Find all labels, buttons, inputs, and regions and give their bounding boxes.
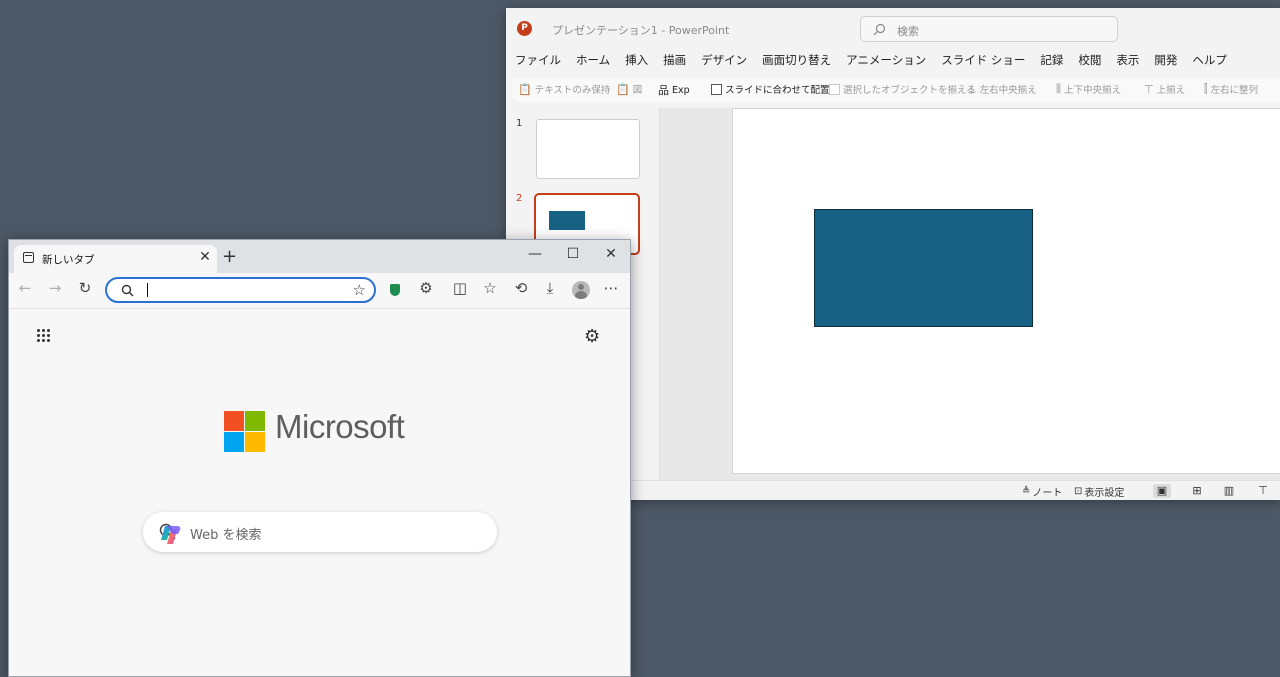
align-center-button[interactable]: ⊥ 左右中央揃え — [967, 82, 1037, 97]
tab-new-tab[interactable]: 新しいタブ ✕ — [14, 245, 217, 273]
slide-number-1: 1 — [516, 118, 523, 129]
address-bar[interactable]: ☆ — [105, 277, 376, 303]
downloads-icon[interactable]: ⤓ — [540, 279, 560, 297]
keep-text-only-button[interactable]: 📋 テキストのみ保持 — [518, 82, 611, 97]
edge-tab-bar: 新しいタブ ✕ + — ☐ ✕ — [9, 240, 630, 273]
align-top-label: 上揃え — [1156, 85, 1186, 96]
search-icon — [121, 284, 134, 297]
ppt-title-bar: P プレゼンテーション1 - PowerPoint 検索 — [506, 8, 1280, 50]
new-tab-plus-icon[interactable]: + — [222, 246, 237, 267]
paste-picture-icon: 📋 — [616, 82, 630, 96]
edge-toolbar: ← → ↻ ☆ ⚙ ◫ ☆ ⟲ ⤓ ⋯ — [9, 273, 630, 309]
slide-number-2: 2 — [516, 193, 523, 204]
distribute-horizontal-icon: ⫿ — [1204, 82, 1208, 95]
menu-design[interactable]: デザイン — [701, 52, 747, 68]
paste-picture-button[interactable]: 📋 図 — [616, 82, 643, 97]
align-selected-checkbox[interactable]: 選択したオブジェクトを揃える — [829, 82, 976, 96]
tab-close-icon[interactable]: ✕ — [197, 249, 213, 265]
fit-to-slide-checkbox[interactable]: スライドに合わせて配置 — [711, 82, 830, 96]
exp-button[interactable]: 品 Exp — [658, 82, 690, 98]
search-icon — [873, 23, 886, 36]
display-settings-icon: ⊡ — [1074, 486, 1083, 497]
slide-sorter-icon[interactable]: ⊞ — [1188, 484, 1206, 498]
more-options-icon[interactable]: ⋯ — [601, 279, 621, 297]
microsoft-wordmark: Microsoft — [275, 408, 405, 445]
align-center-icon: ⊥ — [967, 82, 977, 96]
powerpoint-logo-icon: P — [517, 21, 532, 36]
notes-icon: ≜ — [1022, 486, 1031, 497]
menu-insert[interactable]: 挿入 — [625, 52, 648, 68]
menu-view[interactable]: 表示 — [1116, 52, 1139, 68]
apps-grid-icon[interactable] — [37, 329, 53, 345]
slideshow-view-icon[interactable]: ⊤ — [1254, 484, 1272, 498]
maximize-icon[interactable]: ☐ — [558, 246, 588, 262]
thumbnail-shape — [549, 211, 585, 230]
align-center-label: 左右中央揃え — [979, 85, 1037, 96]
favorites-icon[interactable]: ☆ — [480, 279, 500, 297]
menu-draw[interactable]: 描画 — [663, 52, 686, 68]
align-top-button[interactable]: ⊤ 上揃え — [1144, 82, 1186, 97]
distribute-horizontal-label: 左右に整列 — [1210, 85, 1259, 96]
normal-view-icon[interactable]: ▣ — [1153, 484, 1171, 498]
refresh-icon[interactable]: ↻ — [75, 279, 95, 297]
ppt-menu-bar: ファイル ホーム 挿入 描画 デザイン 画面切り替え アニメーション スライド ショー 記録 校閲… — [506, 52, 1233, 72]
keep-text-only-label: テキストのみ保持 — [534, 85, 611, 96]
minimize-icon[interactable]: — — [520, 246, 550, 262]
forward-arrow-icon[interactable]: → — [45, 279, 65, 297]
shield-extension-icon[interactable] — [390, 284, 400, 296]
menu-home[interactable]: ホーム — [576, 52, 610, 68]
menu-help[interactable]: ヘルプ — [1192, 52, 1227, 68]
checkbox-disabled-icon — [829, 83, 840, 95]
fit-to-slide-label: スライドに合わせて配置 — [725, 85, 830, 96]
notes-button[interactable]: ≜ ノート — [1022, 484, 1062, 499]
rectangle-shape[interactable] — [814, 209, 1033, 327]
history-icon[interactable]: ⟲ — [511, 279, 531, 297]
align-top-icon: ⊤ — [1144, 82, 1154, 96]
reading-view-icon[interactable]: ▥ — [1220, 484, 1238, 498]
paste-text-icon: 📋 — [518, 82, 532, 96]
exp-label: Exp — [672, 84, 690, 96]
menu-slideshow[interactable]: スライド ショー — [941, 52, 1025, 68]
menu-animations[interactable]: アニメーション — [846, 52, 926, 68]
distribute-horizontal-button[interactable]: ⫿ 左右に整列 — [1204, 82, 1258, 96]
menu-review[interactable]: 校閲 — [1078, 52, 1101, 68]
back-arrow-icon[interactable]: ← — [15, 279, 35, 297]
menu-developer[interactable]: 開発 — [1154, 52, 1177, 68]
profile-avatar[interactable] — [572, 281, 590, 299]
slide-thumbnail-1[interactable] — [536, 119, 640, 179]
align-middle-label: 上下中央揃え — [1064, 85, 1122, 96]
ppt-document-title: プレゼンテーション1 - PowerPoint — [552, 24, 730, 37]
org-chart-icon: 品 — [658, 84, 669, 97]
paste-picture-label: 図 — [632, 85, 643, 96]
settings-gear-icon[interactable]: ⚙ — [584, 326, 600, 347]
web-search-placeholder: Web を検索 — [190, 528, 262, 543]
slide-editing-area — [659, 108, 1280, 480]
new-tab-page-icon — [23, 252, 34, 263]
edge-window: 新しいタブ ✕ + — ☐ ✕ ← → ↻ ☆ ⚙ ◫ ☆ ⟲ ⤓ ⋯ ⚙ Mi… — [8, 239, 631, 677]
copilot-icon[interactable] — [159, 523, 183, 547]
align-middle-icon: ⫼ — [1056, 82, 1062, 95]
notes-label: ノート — [1032, 488, 1063, 499]
checkbox-icon — [711, 83, 722, 95]
close-window-icon[interactable]: ✕ — [596, 246, 626, 262]
favorite-star-icon[interactable]: ☆ — [353, 281, 366, 299]
ppt-search-placeholder: 検索 — [897, 25, 919, 38]
ppt-ribbon: 📋 テキストのみ保持 📋 図 品 Exp スライドに合わせて配置 選択したオブジ… — [512, 78, 1280, 102]
slide-canvas[interactable] — [732, 108, 1280, 474]
microsoft-logo-icon — [224, 411, 266, 453]
extensions-puzzle-icon[interactable]: ⚙ — [416, 279, 436, 297]
display-settings-label: 表示設定 — [1084, 488, 1125, 499]
align-selected-label: 選択したオブジェクトを揃える — [843, 85, 976, 96]
menu-file[interactable]: ファイル — [515, 52, 561, 68]
web-search-box[interactable]: Web を検索 — [143, 512, 497, 552]
menu-transitions[interactable]: 画面切り替え — [762, 52, 831, 68]
tab-title: 新しいタブ — [42, 254, 95, 266]
text-caret — [147, 283, 148, 297]
align-middle-button[interactable]: ⫼ 上下中央揃え — [1056, 82, 1121, 96]
split-screen-icon[interactable]: ◫ — [450, 279, 470, 297]
menu-record[interactable]: 記録 — [1040, 52, 1063, 68]
display-settings-button[interactable]: ⊡ 表示設定 — [1074, 484, 1124, 499]
ppt-search-box[interactable]: 検索 — [860, 16, 1118, 42]
